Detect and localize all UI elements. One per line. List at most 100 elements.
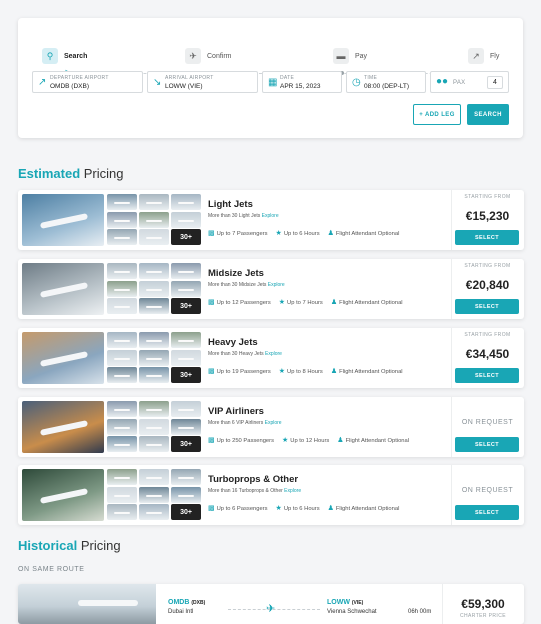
feature-label: Up to 12 Hours	[290, 438, 330, 444]
field-value: 08:00 (DEP-LT)	[364, 83, 410, 90]
gallery-thumbnail[interactable]	[107, 418, 137, 435]
gallery-thumbnail[interactable]	[171, 211, 201, 228]
gallery-thumbnail[interactable]	[139, 367, 169, 383]
gallery-thumbnail[interactable]	[107, 332, 137, 348]
gallery-thumbnail[interactable]	[171, 332, 201, 348]
gallery-thumbnail[interactable]	[171, 349, 201, 366]
select-button[interactable]: SELECT	[455, 299, 519, 314]
route-from: OMDB (DXB)	[168, 599, 205, 606]
gallery-thumbnail[interactable]	[139, 436, 169, 452]
gallery-thumbnail[interactable]	[171, 401, 201, 417]
price-value: €20,840	[465, 278, 510, 292]
gallery-thumbnail[interactable]	[107, 194, 137, 210]
price-label: STARTING FROM	[464, 332, 511, 338]
gallery-thumbnail[interactable]	[107, 298, 137, 314]
category-main-photo[interactable]	[22, 469, 104, 521]
explore-link[interactable]: Explore	[268, 282, 285, 288]
category-row[interactable]: 30+ Midsize Jets More than 30 Midsize Jets…	[18, 259, 524, 319]
category-features: ▩ Up to 6 Passengers ★ Up to 6 Hours ♟ Flig…	[208, 504, 399, 512]
pax-field[interactable]: ●● PAX 4	[430, 71, 509, 93]
feature-hours: ★ Up to 7 Hours	[279, 298, 323, 306]
gallery-thumbnail[interactable]	[107, 367, 137, 383]
category-row[interactable]: 30+ Light Jets More than 30 Light Jets Exp…	[18, 190, 524, 250]
select-button[interactable]: SELECT	[455, 368, 519, 383]
gallery-thumbnail[interactable]	[139, 504, 169, 520]
gallery-thumbnail[interactable]	[107, 349, 137, 366]
category-main-photo[interactable]	[22, 263, 104, 315]
more-photos-button[interactable]: 30+	[171, 229, 201, 245]
gallery-thumbnail[interactable]	[171, 263, 201, 279]
gallery-thumbnail[interactable]	[139, 194, 169, 210]
search-card: ⚲ Search ✈ Confirm ▬ Pay ↗ Fly ➤ ↗ DEPAR…	[18, 18, 523, 138]
gallery-thumbnail[interactable]	[139, 211, 169, 228]
gallery-thumbnail[interactable]	[107, 263, 137, 279]
feature-label: Up to 6 Hours	[283, 506, 320, 512]
gallery-thumbnail[interactable]	[107, 280, 137, 297]
category-main-photo[interactable]	[22, 332, 104, 384]
select-button[interactable]: SELECT	[455, 437, 519, 452]
feature-label: Up to 7 Passengers	[216, 231, 268, 237]
time-field[interactable]: ◷ TIME 08:00 (DEP-LT)	[346, 71, 426, 93]
gallery-thumbnail[interactable]	[107, 486, 137, 503]
gallery-thumbnail[interactable]	[107, 504, 137, 520]
gallery-thumbnail[interactable]	[171, 280, 201, 297]
step-fly[interactable]: ↗ Fly	[468, 45, 499, 67]
gallery-thumbnail[interactable]	[107, 401, 137, 417]
gallery-thumbnail[interactable]	[171, 418, 201, 435]
more-photos-count: 30+	[180, 371, 192, 379]
explore-link[interactable]: Explore	[284, 488, 301, 494]
more-photos-button[interactable]: 30+	[171, 436, 201, 452]
gallery-thumbnail[interactable]	[139, 401, 169, 417]
date-field[interactable]: ▦ DATE APR 15, 2023	[262, 71, 342, 93]
step-label: Confirm	[207, 52, 232, 60]
historical-route-card[interactable]: OMDB (DXB) Dubai Intl ✈ LOWW (VIE) Vienn…	[18, 584, 524, 624]
seat-icon: ▩	[208, 368, 215, 375]
step-pay[interactable]: ▬ Pay	[333, 45, 367, 67]
category-row[interactable]: 30+ Turboprops & Other More than 16 Turbop…	[18, 465, 524, 525]
heading-accent: Estimated	[18, 166, 81, 181]
explore-link[interactable]: Explore	[265, 351, 282, 357]
select-button[interactable]: SELECT	[455, 230, 519, 245]
gallery-thumbnail[interactable]	[107, 469, 137, 485]
gallery-thumbnail[interactable]	[139, 486, 169, 503]
category-row[interactable]: 30+ VIP Airliners More than 6 VIP Airliner…	[18, 397, 524, 457]
explore-link[interactable]: Explore	[265, 420, 282, 426]
gallery-thumbnail[interactable]	[171, 194, 201, 210]
more-photos-button[interactable]: 30+	[171, 504, 201, 520]
step-search[interactable]: ⚲ Search	[42, 45, 87, 67]
route-plane-icon: ✈	[266, 603, 276, 615]
gallery-thumbnail[interactable]	[107, 211, 137, 228]
search-button[interactable]: SEARCH	[467, 104, 509, 125]
gallery-thumbnail[interactable]	[107, 436, 137, 452]
gallery-thumbnail[interactable]	[171, 469, 201, 485]
gallery-thumbnail[interactable]	[139, 349, 169, 366]
pax-count[interactable]: 4	[487, 76, 503, 89]
landing-icon: ↘	[153, 77, 162, 88]
feature-label: Up to 6 Passengers	[216, 506, 268, 512]
category-main-photo[interactable]	[22, 401, 104, 453]
add-leg-button[interactable]: + ADD LEG	[413, 104, 461, 125]
gallery-thumbnail[interactable]	[139, 332, 169, 348]
gallery-thumbnail[interactable]	[171, 486, 201, 503]
field-label: ARRIVAL AIRPORT	[165, 75, 214, 81]
gallery-thumbnail[interactable]	[139, 418, 169, 435]
step-confirm[interactable]: ✈ Confirm	[185, 45, 232, 67]
gallery-thumbnail[interactable]	[139, 280, 169, 297]
feature-attendant: ♟ Flight Attendant Optional	[328, 504, 400, 512]
category-title: Midsize Jets	[208, 268, 264, 279]
gallery-thumbnail[interactable]	[139, 298, 169, 314]
more-photos-count: 30+	[180, 440, 192, 448]
arrival-airport-field[interactable]: ↘ ARRIVAL AIRPORT LOWW (VIE)	[147, 71, 258, 93]
gallery-thumbnail[interactable]	[107, 229, 137, 245]
category-row[interactable]: 30+ Heavy Jets More than 30 Heavy Jets Exp…	[18, 328, 524, 388]
gallery-thumbnail[interactable]	[139, 229, 169, 245]
more-photos-button[interactable]: 30+	[171, 367, 201, 383]
departure-airport-field[interactable]: ↗ DEPARTURE AIRPORT OMDB (DXB)	[32, 71, 143, 93]
gallery-thumbnail[interactable]	[139, 469, 169, 485]
gallery-thumbnail[interactable]	[139, 263, 169, 279]
category-main-photo[interactable]	[22, 194, 104, 246]
to-iata: (VIE)	[351, 600, 364, 606]
more-photos-button[interactable]: 30+	[171, 298, 201, 314]
select-button[interactable]: SELECT	[455, 505, 519, 520]
explore-link[interactable]: Explore	[262, 213, 279, 219]
